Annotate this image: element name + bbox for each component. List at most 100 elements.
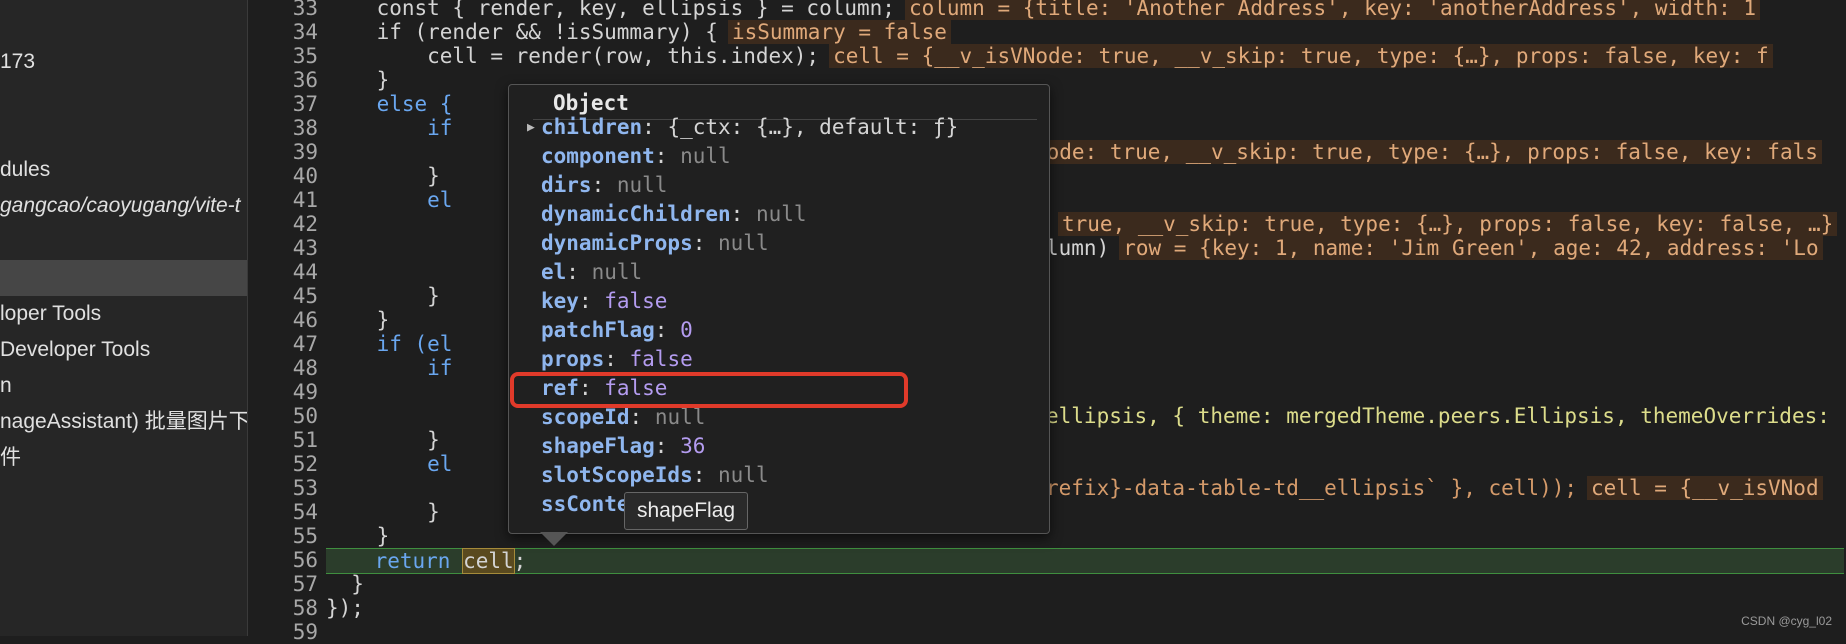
code-text: } [326, 68, 390, 92]
sidebar-item[interactable]: 173 [0, 44, 35, 80]
line-number[interactable]: 33 [293, 0, 318, 20]
sidebar-item[interactable]: loper Tools [0, 296, 101, 332]
property-row[interactable]: key: false [541, 287, 667, 316]
line-number[interactable]: 45 [293, 284, 318, 308]
line-number[interactable]: 42 [293, 212, 318, 236]
property-row[interactable]: component: null [541, 142, 731, 171]
line-number[interactable]: 51 [293, 428, 318, 452]
code-text: if (render && !isSummary) { [326, 20, 718, 44]
line-number[interactable]: 38 [293, 116, 318, 140]
inline-value[interactable]: row = {key: 1, name: 'Jim Green', age: 4… [1119, 236, 1823, 260]
property-row[interactable]: patchFlag: 0 [541, 316, 693, 345]
object-preview-popover[interactable]: Object ▶ children: {_ctx: {…}, default: … [508, 84, 1050, 534]
line-number[interactable]: 59 [293, 620, 318, 644]
property-row[interactable]: ssConte [541, 490, 630, 519]
code-line: } [326, 68, 390, 92]
sidebar-item-selected[interactable] [0, 260, 247, 296]
property-value: null [616, 173, 668, 197]
property-key: children [541, 115, 643, 139]
code-line: if [326, 356, 452, 380]
watermark: CSDN @cyg_l02 [1741, 614, 1832, 628]
property-key: ssConte [541, 492, 630, 516]
code-text: if [326, 116, 453, 140]
code-line: } [326, 572, 364, 596]
line-number[interactable]: 41 [293, 188, 318, 212]
inline-value[interactable]: cell = {__v_isVNode: true, __v_skip: tru… [829, 44, 1773, 68]
sidebar-item[interactable]: 件 [0, 440, 21, 476]
inline-value[interactable]: isSummary = false [727, 20, 951, 44]
code-text: cell = render(row, this.index); [326, 44, 820, 68]
sidebar-item[interactable]: dules [0, 152, 50, 188]
property-value: null [654, 405, 706, 429]
property-key: patchFlag [541, 318, 655, 342]
code-line: lumn) row = {key: 1, name: 'Jim Green', a… [1046, 236, 1823, 260]
property-value: null [718, 231, 769, 255]
line-number[interactable]: 36 [293, 68, 318, 92]
line-number[interactable]: 40 [293, 164, 318, 188]
code-line: }); [326, 596, 364, 620]
sidebar-item-label: n [0, 374, 12, 397]
code-text: else { [326, 92, 453, 116]
sidebar-item[interactable]: nageAssistant) 批量图片下 [0, 404, 247, 440]
line-number[interactable]: 39 [293, 140, 318, 164]
code-line: } [326, 428, 440, 452]
inline-value[interactable]: Node: true, __v_skip: true, type: {…}, p… [1030, 140, 1822, 164]
property-row[interactable]: shapeFlag: 36 [541, 432, 705, 461]
code-line: ellipsis, { theme: mergedTheme.peers.Ell… [1046, 404, 1830, 428]
line-number[interactable]: 43 [293, 236, 318, 260]
inline-value[interactable]: true, __v_skip: true, type: {…}, props: … [1058, 212, 1838, 236]
code-text: } [326, 284, 440, 308]
code-line: if (render && !isSummary) { isSummary = f… [326, 20, 951, 44]
code-text: el [326, 188, 453, 212]
sidebar-item[interactable]: n [0, 368, 12, 404]
property-row[interactable]: dirs: null [541, 171, 667, 200]
code-text: }); [326, 596, 364, 620]
inline-value[interactable]: cell = {__v_isVNod [1587, 476, 1823, 500]
line-number[interactable]: 46 [293, 308, 318, 332]
line-number[interactable]: 53 [293, 476, 318, 500]
code-line: } [326, 308, 390, 332]
sidebar-item-label: dules [0, 158, 51, 181]
code-line: } [326, 284, 440, 308]
code-line: else { [326, 92, 453, 116]
code-text: refix}-data-table-td__ellipsis` }, cell)… [1046, 476, 1578, 500]
line-number-gutter[interactable]: 33 34 35 36 37 38 39 40 41 42 43 44 45 4… [249, 0, 324, 644]
line-number[interactable]: 35 [293, 44, 318, 68]
property-key: dynamicChildren [541, 202, 731, 226]
line-number[interactable]: 44 [293, 260, 318, 284]
property-row[interactable]: props: false [541, 345, 693, 374]
code-text: lumn) [1046, 236, 1110, 260]
property-key: props [541, 347, 605, 371]
line-number[interactable]: 54 [293, 500, 318, 524]
code-text: } [326, 572, 364, 596]
code-line: Node: true, __v_skip: true, type: {…}, p… [1020, 140, 1822, 164]
line-number[interactable]: 34 [293, 20, 318, 44]
line-number[interactable]: 58 [293, 596, 318, 620]
property-row[interactable]: dynamicProps: null [541, 229, 769, 258]
line-number[interactable]: 47 [293, 332, 318, 356]
property-row[interactable]: slotScopeIds: null [541, 461, 769, 490]
line-number[interactable]: 55 [293, 524, 318, 548]
line-number[interactable]: 48 [293, 356, 318, 380]
inline-value[interactable]: column = {title: 'Another Address', key:… [904, 0, 1761, 20]
line-number[interactable]: 57 [293, 572, 318, 596]
line-number[interactable]: 50 [293, 404, 318, 428]
line-number[interactable]: 37 [293, 92, 318, 116]
expand-triangle-icon[interactable]: ▶ [527, 113, 539, 142]
sidebar-item[interactable]: Developer Tools [0, 332, 150, 368]
property-row[interactable]: dynamicChildren: null [541, 200, 807, 229]
property-value: 0 [680, 318, 693, 342]
popover-pointer-arrow [540, 532, 568, 546]
sidebar-item-label: 173 [0, 50, 36, 73]
hovered-variable[interactable]: cell [462, 548, 515, 574]
line-number[interactable]: 49 [293, 380, 318, 404]
property-row[interactable]: children: {_ctx: {…}, default: ƒ} [541, 113, 958, 142]
property-key: dynamicProps [541, 231, 693, 255]
property-row[interactable]: el: null [541, 258, 642, 287]
line-number[interactable]: 56 [293, 548, 318, 572]
property-value: null [755, 202, 807, 226]
code-text: const { render, key, ellipsis } = column… [326, 0, 895, 20]
sidebar-item[interactable]: gangcao/caoyugang/vite-t [0, 188, 241, 224]
code-text: } [326, 500, 440, 524]
line-number[interactable]: 52 [293, 452, 318, 476]
